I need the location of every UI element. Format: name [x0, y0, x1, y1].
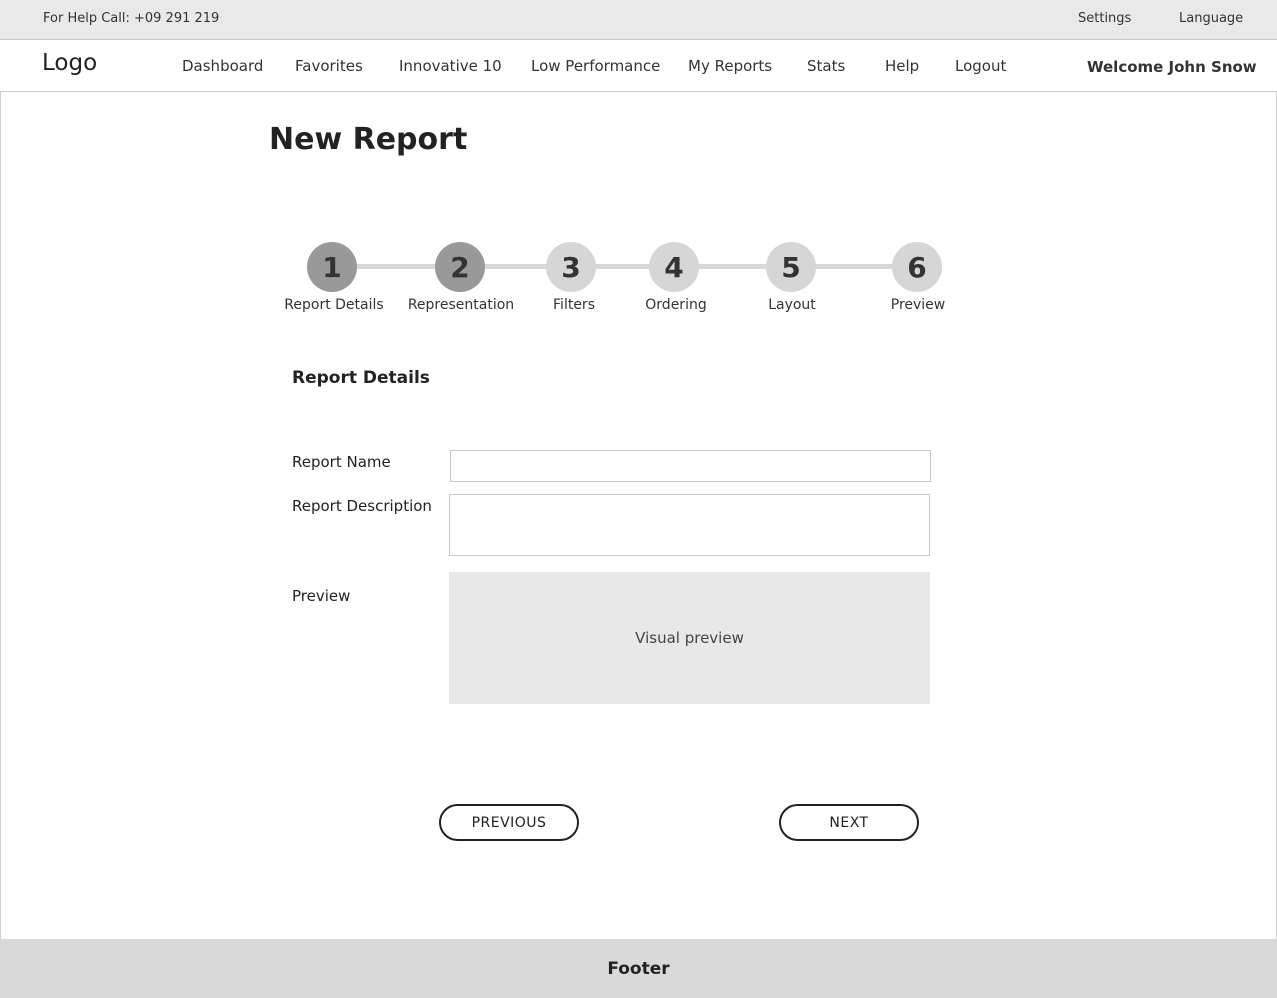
report-name-input[interactable]: [450, 450, 931, 482]
settings-link[interactable]: Settings: [1078, 11, 1131, 26]
nav-item-low-performance[interactable]: Low Performance: [531, 57, 660, 75]
visual-preview-area: Visual preview: [449, 572, 930, 704]
nav-item-my-reports[interactable]: My Reports: [688, 57, 772, 75]
page-title: New Report: [269, 122, 468, 157]
section-title: Report Details: [292, 368, 430, 388]
step-6-label: Preview: [890, 297, 946, 313]
nav-item-stats[interactable]: Stats: [807, 57, 845, 75]
footer: Footer: [0, 939, 1277, 998]
step-2-circle[interactable]: 2: [435, 242, 485, 292]
report-name-label: Report Name: [292, 453, 391, 471]
main-navbar: Logo Dashboard Favorites Innovative 10 L…: [0, 40, 1277, 92]
language-link[interactable]: Language: [1179, 11, 1243, 26]
step-4-circle[interactable]: 4: [649, 242, 699, 292]
footer-text: Footer: [607, 958, 670, 979]
nav-item-help[interactable]: Help: [885, 57, 919, 75]
top-utility-bar: For Help Call: +09 291 219 Settings Lang…: [0, 0, 1277, 40]
welcome-user-text: Welcome John Snow: [1087, 58, 1257, 76]
previous-button[interactable]: PREVIOUS: [439, 804, 579, 841]
nav-item-logout[interactable]: Logout: [955, 57, 1006, 75]
report-description-label: Report Description: [292, 497, 432, 515]
step-5-circle[interactable]: 5: [766, 242, 816, 292]
stepper-track: [332, 264, 917, 269]
step-6-circle[interactable]: 6: [892, 242, 942, 292]
nav-item-dashboard[interactable]: Dashboard: [182, 57, 263, 75]
step-1-label: Report Details: [284, 297, 384, 313]
step-5-label: Layout: [768, 297, 816, 313]
preview-label: Preview: [292, 587, 351, 605]
help-phone-text: For Help Call: +09 291 219: [43, 11, 220, 26]
step-1-circle[interactable]: 1: [307, 242, 357, 292]
report-description-input[interactable]: [449, 494, 930, 556]
visual-preview-text: Visual preview: [635, 629, 744, 647]
step-3-circle[interactable]: 3: [546, 242, 596, 292]
nav-item-favorites[interactable]: Favorites: [295, 57, 363, 75]
next-button[interactable]: NEXT: [779, 804, 919, 841]
nav-item-innovative-10[interactable]: Innovative 10: [399, 57, 502, 75]
logo[interactable]: Logo: [42, 50, 97, 76]
